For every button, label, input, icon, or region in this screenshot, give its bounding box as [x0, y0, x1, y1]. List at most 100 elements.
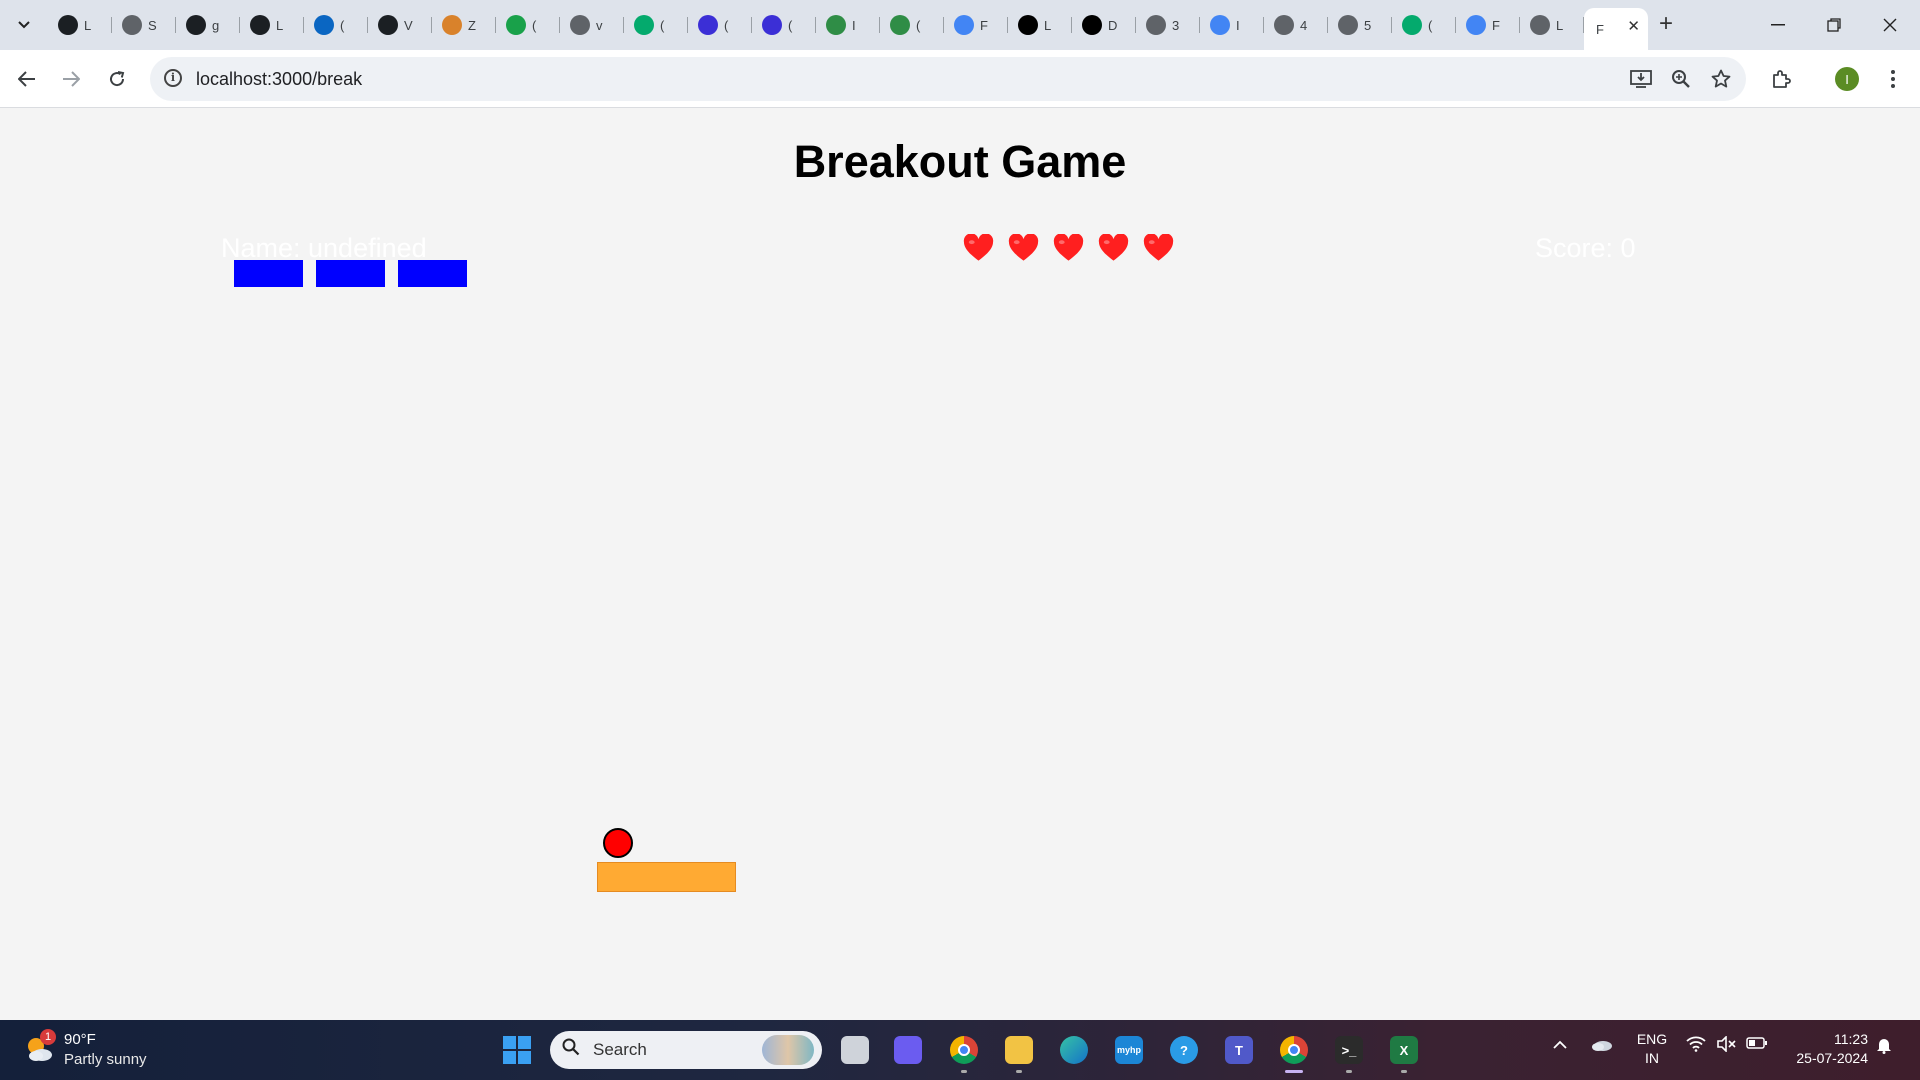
browser-tab[interactable]: (: [624, 8, 688, 42]
chrome-active-icon: [1280, 1036, 1308, 1064]
paddle[interactable]: [597, 862, 736, 892]
browser-tab[interactable]: (: [688, 8, 752, 42]
browser-tab[interactable]: (: [496, 8, 560, 42]
minimize-icon: [1771, 24, 1785, 26]
ball: [603, 828, 633, 858]
volume-muted-icon[interactable]: [1716, 1035, 1736, 1056]
windows-logo-icon: [503, 1036, 516, 1049]
heart-icon: [963, 234, 994, 261]
taskbar-app-help[interactable]: ?: [1165, 1031, 1203, 1069]
notification-bell-icon[interactable]: [1876, 1036, 1892, 1058]
extensions-button[interactable]: [1766, 64, 1796, 94]
browser-tab[interactable]: L: [48, 8, 112, 42]
browser-tab[interactable]: (: [752, 8, 816, 42]
tab-title: V: [404, 17, 413, 33]
back-button[interactable]: [12, 64, 42, 94]
google-icon: [1210, 15, 1230, 35]
system-clock[interactable]: 11:23 25-07-2024: [1788, 1030, 1868, 1068]
browser-tab[interactable]: 3: [1136, 8, 1200, 42]
browser-tab[interactable]: V: [368, 8, 432, 42]
tab-title: S: [148, 17, 157, 33]
taskbar-app-terminal[interactable]: >_: [1330, 1031, 1368, 1073]
copilot-icon: [894, 1036, 922, 1064]
install-app-icon[interactable]: [1628, 67, 1654, 91]
taskbar-app-task-view[interactable]: [836, 1031, 874, 1069]
green-f-icon: [506, 15, 526, 35]
bookmark-star-icon[interactable]: [1708, 67, 1734, 91]
heart-icon: [1143, 234, 1174, 261]
profile-button[interactable]: I: [1832, 64, 1862, 94]
file-explorer-icon: [1005, 1036, 1033, 1064]
restore-icon: [1827, 18, 1841, 32]
show-hidden-icons-button[interactable]: [1553, 1036, 1567, 1053]
taskbar-app-excel[interactable]: X: [1385, 1031, 1423, 1073]
tab-title: (: [724, 17, 729, 33]
start-button[interactable]: [503, 1036, 531, 1064]
weather-temperature: 90°F: [64, 1031, 96, 1048]
browser-tab[interactable]: g: [176, 8, 240, 42]
onedrive-icon[interactable]: [1590, 1036, 1614, 1058]
region-code: IN: [1645, 1050, 1659, 1066]
chevron-down-icon: [18, 21, 30, 29]
github-icon: [250, 15, 270, 35]
tab-title: L: [276, 17, 284, 33]
browser-tab[interactable]: (: [304, 8, 368, 42]
search-icon: [562, 1038, 580, 1056]
close-tab-icon[interactable]: ✕: [1627, 17, 1640, 35]
taskbar-search-box[interactable]: Search: [550, 1031, 822, 1069]
chevron-up-icon: [1553, 1040, 1567, 1049]
taskbar-app-file-explorer[interactable]: [1000, 1031, 1038, 1073]
site-info-icon[interactable]: i: [164, 69, 182, 87]
browser-tab[interactable]: D: [1072, 8, 1136, 42]
browser-tab[interactable]: 4: [1264, 8, 1328, 42]
forward-button[interactable]: [56, 64, 86, 94]
address-bar[interactable]: i localhost:3000/break: [150, 57, 1746, 101]
tab-title: 5: [1364, 17, 1372, 33]
active-browser-tab[interactable]: F ✕: [1584, 8, 1648, 50]
zoom-icon[interactable]: [1668, 67, 1694, 91]
tab-search-button[interactable]: [10, 12, 38, 38]
wifi-icon[interactable]: [1686, 1036, 1706, 1056]
teams-icon: T: [1225, 1036, 1253, 1064]
browser-tab[interactable]: I: [816, 8, 880, 42]
browser-tab[interactable]: (: [1392, 8, 1456, 42]
taskbar-app-chrome-active[interactable]: [1275, 1031, 1313, 1073]
browser-tab[interactable]: I: [1200, 8, 1264, 42]
url-text[interactable]: localhost:3000/break: [196, 69, 362, 90]
browser-tab[interactable]: v: [560, 8, 624, 42]
browser-tab[interactable]: L: [240, 8, 304, 42]
tab-title: (: [532, 17, 537, 33]
taskbar-app-copilot[interactable]: [889, 1031, 927, 1069]
p-icon: [698, 15, 718, 35]
browser-tab[interactable]: F: [1456, 8, 1520, 42]
browser-tab[interactable]: L: [1520, 8, 1584, 42]
input-language-indicator[interactable]: ENG IN: [1636, 1030, 1668, 1068]
browser-tab[interactable]: Z: [432, 8, 496, 42]
browser-tab[interactable]: S: [112, 8, 176, 42]
w3-icon: [1402, 15, 1422, 35]
windows-logo-pane: [503, 1051, 516, 1064]
close-window-button[interactable]: [1862, 0, 1918, 50]
browser-menu-button[interactable]: [1878, 64, 1908, 94]
arrow-right-icon: [63, 71, 80, 87]
restore-button[interactable]: [1806, 0, 1862, 50]
hn-icon: [1018, 15, 1038, 35]
taskbar-app-myhp[interactable]: myhp: [1110, 1031, 1148, 1069]
new-tab-button[interactable]: +: [1652, 11, 1680, 39]
taskbar-app-edge[interactable]: [1055, 1031, 1093, 1069]
language-code: ENG: [1636, 1031, 1668, 1047]
taskbar-app-teams[interactable]: T: [1220, 1031, 1258, 1069]
browser-tab[interactable]: (: [880, 8, 944, 42]
browser-tab[interactable]: L: [1008, 8, 1072, 42]
tab-title: F: [1596, 21, 1604, 37]
tab-title: L: [84, 17, 92, 33]
taskbar-app-chrome[interactable]: [945, 1031, 983, 1073]
browser-tab[interactable]: 5: [1328, 8, 1392, 42]
reload-button[interactable]: [102, 64, 132, 94]
tab-title: 4: [1300, 17, 1308, 33]
minimize-button[interactable]: [1750, 0, 1806, 50]
battery-icon[interactable]: [1746, 1036, 1768, 1054]
browser-tab[interactable]: F: [944, 8, 1008, 42]
terminal-icon: >_: [1335, 1036, 1363, 1064]
tab-list: L Sg L(V Z(v(((I(F L D 3 I 4 5(F L F ✕: [48, 8, 1648, 50]
